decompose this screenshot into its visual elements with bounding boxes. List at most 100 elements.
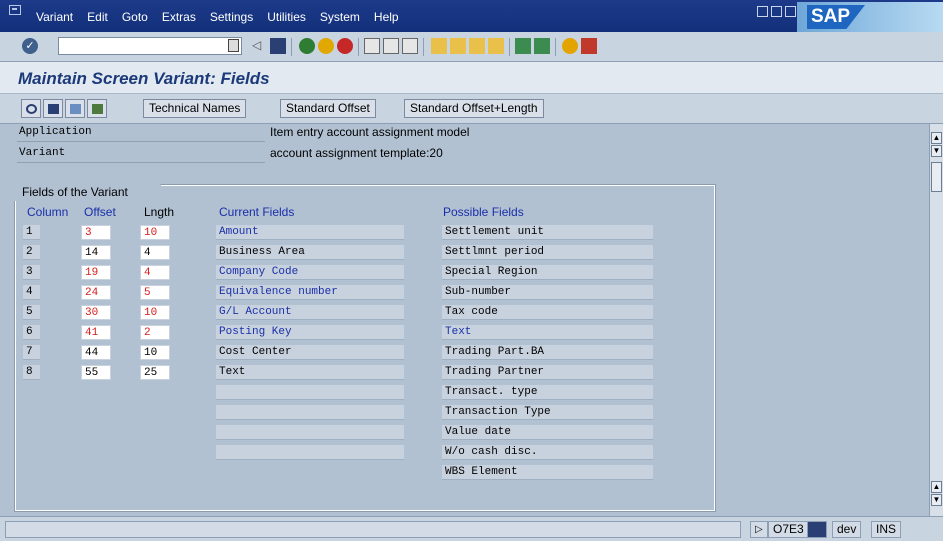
maximize-icon[interactable] [771, 6, 782, 17]
back-arrow-icon[interactable]: ◁ [252, 38, 268, 54]
last-page-icon[interactable] [488, 38, 504, 54]
offset-input[interactable]: 14 [81, 245, 111, 260]
current-field[interactable]: Posting Key [216, 325, 404, 340]
separator [423, 38, 424, 56]
find-next-icon[interactable] [402, 38, 418, 54]
help-icon[interactable] [562, 38, 578, 54]
possible-field[interactable]: Trading Partner [442, 365, 653, 380]
possible-field[interactable]: Special Region [442, 265, 653, 280]
menu-settings[interactable]: Settings [210, 10, 253, 24]
vertical-scrollbar[interactable]: ▲ ▼ ▲ ▼ [929, 124, 943, 516]
group-title: Fields of the Variant [22, 185, 128, 199]
possible-field[interactable]: Trading Part.BA [442, 345, 653, 360]
insert-mode[interactable]: INS [871, 521, 902, 538]
enter-icon[interactable]: ✓ [22, 38, 38, 54]
current-field-empty[interactable] [216, 425, 404, 440]
offset-input[interactable]: 44 [81, 345, 111, 360]
status-info-icon[interactable] [807, 521, 827, 538]
standard-offset-button[interactable]: Standard Offset [280, 99, 376, 118]
possible-field[interactable]: Tax code [442, 305, 653, 320]
scroll-up-bottom-icon[interactable]: ▲ [931, 481, 942, 493]
cancel-icon[interactable] [337, 38, 353, 54]
layout-menu-icon[interactable] [581, 38, 597, 54]
offset-input[interactable]: 41 [81, 325, 111, 340]
possible-field[interactable]: Transaction Type [442, 405, 653, 420]
scroll-thumb[interactable] [931, 162, 942, 192]
menu-help[interactable]: Help [374, 10, 399, 24]
possible-field[interactable]: Settlement unit [442, 225, 653, 240]
menu-variant[interactable]: Variant [36, 10, 73, 24]
column-number: 1 [23, 225, 40, 240]
scroll-down-bottom-icon[interactable]: ▼ [931, 494, 942, 506]
current-fields-header: Current Fields [219, 205, 295, 219]
column-number: 6 [23, 325, 40, 340]
find-icon[interactable] [383, 38, 399, 54]
length-input[interactable]: 5 [140, 285, 170, 300]
first-page-icon[interactable] [431, 38, 447, 54]
current-field[interactable]: Cost Center [216, 345, 404, 360]
menu-utilities[interactable]: Utilities [267, 10, 306, 24]
offset-input[interactable]: 24 [81, 285, 111, 300]
menu-system[interactable]: System [320, 10, 360, 24]
length-input[interactable]: 10 [140, 345, 170, 360]
offset-input[interactable]: 30 [81, 305, 111, 320]
standard-offset-length-button[interactable]: Standard Offset+Length [404, 99, 544, 118]
scroll-up-icon[interactable]: ▲ [931, 132, 942, 144]
possible-field[interactable]: WBS Element [442, 465, 653, 480]
save-icon[interactable] [270, 38, 286, 54]
status-toggle-icon[interactable]: ▷ [750, 521, 768, 538]
status-message-field [5, 521, 741, 538]
menu-edit[interactable]: Edit [87, 10, 108, 24]
exit-icon[interactable] [318, 38, 334, 54]
length-input[interactable]: 10 [140, 225, 170, 240]
command-history-icon[interactable] [228, 39, 239, 52]
scroll-down-icon[interactable]: ▼ [931, 145, 942, 157]
length-input[interactable]: 4 [140, 245, 170, 260]
technical-names-button[interactable]: Technical Names [143, 99, 247, 118]
title-bar: Maintain Screen Variant: Fields [0, 62, 943, 94]
system-menu-icon[interactable] [9, 5, 21, 15]
possible-fields-header: Possible Fields [443, 205, 524, 219]
length-input[interactable]: 2 [140, 325, 170, 340]
close-icon[interactable] [785, 6, 796, 17]
column-number: 4 [23, 285, 40, 300]
current-field-empty[interactable] [216, 405, 404, 420]
possible-field[interactable]: W/o cash disc. [442, 445, 653, 460]
current-field[interactable]: G/L Account [216, 305, 404, 320]
offset-input[interactable]: 19 [81, 265, 111, 280]
create-session-icon[interactable] [515, 38, 531, 54]
copy-button[interactable] [65, 99, 85, 118]
possible-field[interactable]: Sub-number [442, 285, 653, 300]
minimize-icon[interactable] [757, 6, 768, 17]
import-button[interactable] [87, 99, 107, 118]
command-field[interactable] [58, 37, 242, 55]
menu-extras[interactable]: Extras [162, 10, 196, 24]
back-icon[interactable] [299, 38, 315, 54]
next-page-icon[interactable] [469, 38, 485, 54]
current-field[interactable]: Business Area [216, 245, 404, 260]
possible-field[interactable]: Settlmnt period [442, 245, 653, 260]
display-button[interactable] [21, 99, 41, 118]
previous-page-icon[interactable] [450, 38, 466, 54]
current-field[interactable]: Equivalence number [216, 285, 404, 300]
offset-input[interactable]: 3 [81, 225, 111, 240]
system-id: O7E3 [768, 521, 809, 538]
print-icon[interactable] [364, 38, 380, 54]
length-input[interactable]: 4 [140, 265, 170, 280]
save-variant-button[interactable] [43, 99, 63, 118]
current-field-empty[interactable] [216, 445, 404, 460]
possible-field[interactable]: Transact. type [442, 385, 653, 400]
possible-field[interactable]: Value date [442, 425, 653, 440]
menu-goto[interactable]: Goto [122, 10, 148, 24]
current-field-empty[interactable] [216, 385, 404, 400]
current-field[interactable]: Company Code [216, 265, 404, 280]
column-number: 2 [23, 245, 40, 260]
length-input[interactable]: 25 [140, 365, 170, 380]
shortcut-icon[interactable] [534, 38, 550, 54]
offset-input[interactable]: 55 [81, 365, 111, 380]
length-input[interactable]: 10 [140, 305, 170, 320]
current-field[interactable]: Text [216, 365, 404, 380]
current-field[interactable]: Amount [216, 225, 404, 240]
possible-field[interactable]: Text [442, 325, 653, 340]
column-number: 3 [23, 265, 40, 280]
